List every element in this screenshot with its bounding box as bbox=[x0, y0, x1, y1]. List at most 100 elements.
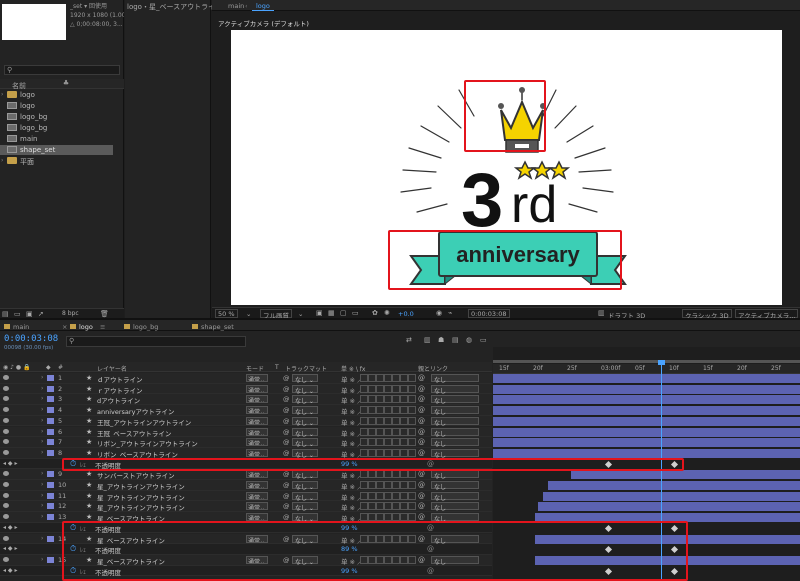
layer-duration-bar[interactable] bbox=[493, 416, 800, 426]
layer-row[interactable]: › 10 ★ 星_アウトラインアウトライン 通常⌄ @ なし ⌄ 单 ※ ／ @ なし bbox=[0, 480, 492, 491]
track-matte-icon[interactable]: @ bbox=[283, 502, 290, 510]
switch-toggle[interactable] bbox=[376, 448, 384, 457]
motion-blur-icon[interactable]: ◍ bbox=[466, 336, 475, 345]
switch-toggle[interactable] bbox=[384, 427, 392, 436]
switch-toggle[interactable] bbox=[392, 470, 400, 479]
chevron-right-icon[interactable]: › bbox=[41, 385, 43, 392]
switch-toggle[interactable] bbox=[400, 438, 408, 447]
switch-toggle[interactable] bbox=[408, 448, 416, 457]
layer-row[interactable]: › 12 ★ 星_アウトラインアウトライン 通常⌄ @ なし ⌄ 单 ※ ／ @ なし bbox=[0, 501, 492, 512]
layer-row[interactable]: › 8 ★ リボン_ベースアウトライン 通常⌄ @ なし ⌄ 单 ※ ／ @ なし bbox=[0, 447, 492, 459]
new-folder-icon[interactable]: ▭ bbox=[14, 310, 24, 318]
switch-toggle[interactable] bbox=[368, 406, 376, 415]
blend-mode-select[interactable]: 通常⌄ bbox=[246, 481, 268, 489]
close-icon[interactable]: × bbox=[62, 323, 67, 331]
blend-mode-select[interactable]: 通常⌄ bbox=[246, 406, 268, 415]
layer-name[interactable]: リボン_アウトラインアウトライン bbox=[97, 438, 198, 448]
switch-toggle[interactable] bbox=[384, 374, 392, 382]
chevron-right-icon[interactable]: › bbox=[41, 406, 43, 413]
snapshot-icon[interactable]: ◉ bbox=[436, 309, 444, 317]
label-color-swatch[interactable] bbox=[47, 471, 54, 478]
blend-mode-select[interactable]: 通常⌄ bbox=[246, 395, 268, 404]
switch-toggle[interactable] bbox=[408, 470, 416, 479]
label-color-swatch[interactable] bbox=[47, 439, 54, 446]
layer-row[interactable]: › 11 ★ 星_アウトラインアウトライン 通常⌄ @ なし ⌄ 单 ※ ／ @ なし bbox=[0, 490, 492, 502]
switch-toggle[interactable] bbox=[384, 384, 392, 393]
eye-icon[interactable] bbox=[3, 407, 9, 413]
parent-select[interactable]: なし bbox=[431, 438, 479, 448]
mask-visibility-icon[interactable]: ▢ bbox=[340, 309, 348, 317]
chevron-down-icon[interactable]: ⌄ bbox=[298, 310, 303, 318]
track-matte-icon[interactable]: @ bbox=[283, 438, 290, 446]
switch-toggle[interactable] bbox=[392, 438, 400, 447]
switch-toggle[interactable] bbox=[360, 438, 368, 447]
switch-toggle[interactable] bbox=[384, 438, 392, 447]
switch-toggle[interactable] bbox=[408, 481, 416, 489]
switch-toggle[interactable] bbox=[400, 384, 408, 393]
safe-margins-icon[interactable]: ▭ bbox=[352, 309, 360, 317]
chevron-right-icon[interactable]: › bbox=[41, 556, 43, 563]
switch-toggle[interactable] bbox=[376, 438, 384, 447]
eye-icon[interactable] bbox=[3, 428, 9, 434]
timeline-tab-logo-bg[interactable]: logo_bg bbox=[124, 323, 158, 331]
layer-duration-bar[interactable] bbox=[538, 502, 800, 512]
keyframe-navigator[interactable]: ◂ ◆ ▸ bbox=[3, 460, 17, 467]
project-item[interactable]: logo bbox=[0, 101, 124, 111]
timeline-tab-main[interactable]: main bbox=[4, 323, 29, 331]
timeline-timecode[interactable]: 0:00:03:08 bbox=[4, 334, 58, 344]
draft-3d-icon[interactable]: ▥ bbox=[424, 336, 433, 345]
track-matte-select[interactable]: なし ⌄ bbox=[292, 416, 318, 427]
switch-toggle[interactable] bbox=[392, 416, 400, 425]
switch-toggle[interactable] bbox=[376, 406, 384, 415]
region-of-interest-icon[interactable]: ▣ bbox=[316, 309, 324, 317]
viewer-tab-logo[interactable]: logo bbox=[252, 2, 274, 11]
switch-toggle[interactable] bbox=[376, 384, 384, 393]
eye-icon[interactable] bbox=[3, 385, 9, 391]
eye-icon[interactable] bbox=[3, 417, 9, 423]
track-matte-select[interactable]: なし ⌄ bbox=[292, 513, 318, 523]
switch-toggle[interactable] bbox=[368, 513, 376, 522]
track-matte-select[interactable]: なし ⌄ bbox=[292, 395, 318, 405]
timeline-tab-shape-set[interactable]: shape_set bbox=[192, 323, 234, 331]
parent-select[interactable]: なし bbox=[431, 374, 479, 384]
switch-toggle[interactable] bbox=[384, 481, 392, 489]
keyframe-navigator[interactable]: ◂ ◆ ▸ bbox=[3, 524, 17, 531]
frame-blending-icon[interactable]: ▤ bbox=[452, 336, 461, 345]
switch-toggle[interactable] bbox=[368, 448, 376, 457]
layer-duration-bar[interactable] bbox=[493, 395, 800, 405]
label-color-swatch[interactable] bbox=[47, 482, 54, 488]
layer-name[interactable]: dアウトライン bbox=[97, 395, 140, 405]
menu-icon[interactable]: ≡ bbox=[100, 323, 105, 331]
pick-whip-icon[interactable]: @ bbox=[418, 449, 425, 457]
switch-toggle[interactable] bbox=[376, 481, 384, 489]
switch-toggle[interactable] bbox=[376, 395, 384, 404]
project-item[interactable]: logo_bg bbox=[0, 123, 124, 133]
layer-row[interactable]: › 5 ★ 王冠_アウトラインアウトライン 通常⌄ @ なし ⌄ 单 ※ ／ @ なし bbox=[0, 415, 492, 427]
switch-toggle[interactable] bbox=[368, 395, 376, 404]
layer-duration-bar[interactable] bbox=[493, 406, 800, 416]
interpret-footage-icon[interactable]: ▤ bbox=[2, 310, 12, 318]
track-matte-select[interactable]: なし ⌄ bbox=[292, 448, 318, 459]
bit-depth-button[interactable]: 8 bpc bbox=[62, 310, 79, 317]
track-matte-icon[interactable]: @ bbox=[283, 513, 290, 521]
project-search-input[interactable]: ⚲ bbox=[4, 65, 120, 75]
switch-toggle[interactable] bbox=[368, 491, 376, 500]
blend-mode-select[interactable]: 通常⌄ bbox=[246, 491, 268, 500]
keyframe-navigator[interactable]: ◂ ◆ ▸ bbox=[3, 567, 17, 574]
chevron-right-icon[interactable]: › bbox=[41, 492, 43, 499]
project-item[interactable]: › 平面 bbox=[0, 156, 124, 166]
pick-whip-icon[interactable]: @ bbox=[418, 374, 425, 382]
track-matte-select[interactable]: なし ⌄ bbox=[292, 374, 318, 384]
track-matte-icon[interactable]: @ bbox=[283, 374, 290, 382]
renderer-select[interactable]: クラシック 3D bbox=[682, 309, 732, 320]
current-time-display[interactable]: 0:00:03:08 bbox=[468, 309, 510, 318]
switch-toggle[interactable] bbox=[392, 448, 400, 457]
keyframe-navigator[interactable]: ◂ ◆ ▸ bbox=[3, 545, 17, 552]
switch-toggle[interactable] bbox=[408, 406, 416, 415]
show-snapshot-icon[interactable]: ⌁ bbox=[448, 309, 456, 317]
parent-select[interactable]: なし bbox=[431, 491, 479, 502]
blend-mode-select[interactable]: 通常⌄ bbox=[246, 384, 268, 393]
parent-select[interactable]: なし bbox=[431, 384, 479, 395]
switch-toggle[interactable] bbox=[376, 470, 384, 479]
label-color-swatch[interactable] bbox=[47, 514, 54, 521]
